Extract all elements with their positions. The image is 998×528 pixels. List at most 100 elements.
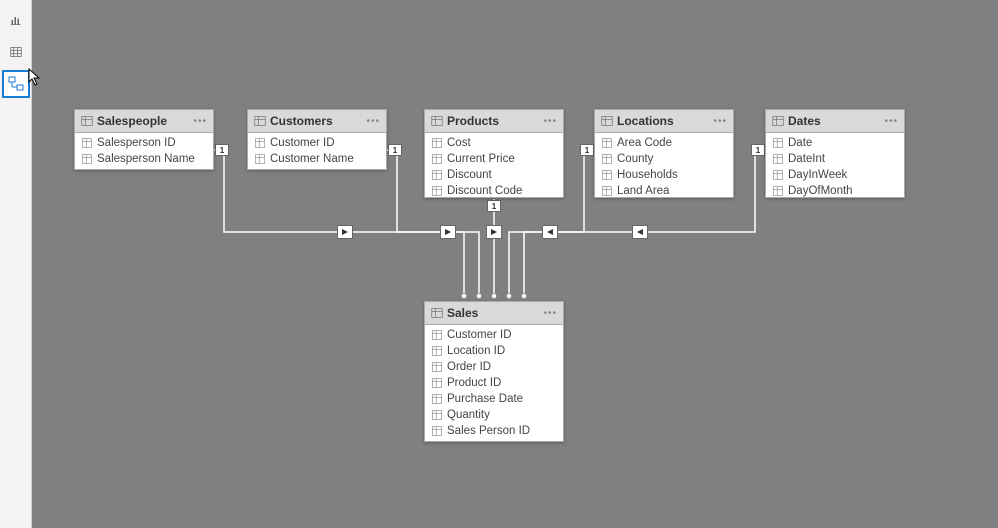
table-icon bbox=[431, 115, 443, 127]
field-row[interactable]: Product ID bbox=[425, 375, 563, 391]
table-menu-button[interactable]: ••• bbox=[366, 116, 380, 127]
arrow-left-icon bbox=[546, 228, 554, 236]
field-row[interactable]: Area Code bbox=[595, 135, 733, 151]
field-label: Cost bbox=[447, 137, 471, 149]
field-row[interactable]: DayOfMonth bbox=[766, 183, 904, 198]
model-canvas[interactable]: 1 1 1 1 1 Salespeople ••• Salesperson ID… bbox=[32, 0, 998, 528]
field-row[interactable]: Customer ID bbox=[248, 135, 386, 151]
field-label: Product ID bbox=[447, 377, 501, 389]
field-row[interactable]: Discount Code bbox=[425, 183, 563, 198]
field-label: County bbox=[617, 153, 653, 165]
field-row[interactable]: Salesperson ID bbox=[75, 135, 213, 151]
column-icon bbox=[601, 169, 613, 181]
table-dates[interactable]: Dates ••• Date DateInt DayInWeek DayOfMo… bbox=[765, 109, 905, 198]
field-row[interactable]: Sales Person ID bbox=[425, 423, 563, 439]
table-locations[interactable]: Locations ••• Area Code County Household… bbox=[594, 109, 734, 198]
field-row[interactable]: Order ID bbox=[425, 359, 563, 375]
nav-report-view[interactable] bbox=[2, 6, 30, 34]
column-icon bbox=[254, 153, 266, 165]
field-label: Order ID bbox=[447, 361, 491, 373]
table-header[interactable]: Products ••• bbox=[425, 110, 563, 133]
field-row[interactable]: Current Price bbox=[425, 151, 563, 167]
filter-arrow-locations bbox=[542, 225, 558, 239]
table-menu-button[interactable]: ••• bbox=[543, 308, 557, 319]
table-title: Salespeople bbox=[97, 114, 193, 128]
nav-model-view[interactable] bbox=[2, 70, 30, 98]
column-icon bbox=[601, 185, 613, 197]
field-row[interactable]: Land Area bbox=[595, 183, 733, 198]
field-label: Quantity bbox=[447, 409, 490, 421]
table-header[interactable]: Sales ••• bbox=[425, 302, 563, 325]
column-icon bbox=[431, 361, 443, 373]
field-label: Salesperson ID bbox=[97, 137, 176, 149]
field-list: Customer ID Customer Name bbox=[248, 133, 386, 169]
field-list: Salesperson ID Salesperson Name bbox=[75, 133, 213, 169]
table-header[interactable]: Salespeople ••• bbox=[75, 110, 213, 133]
table-menu-button[interactable]: ••• bbox=[543, 116, 557, 127]
field-row[interactable]: Customer ID bbox=[425, 327, 563, 343]
column-icon bbox=[431, 345, 443, 357]
field-label: Customer ID bbox=[447, 329, 512, 341]
column-icon bbox=[254, 137, 266, 149]
column-icon bbox=[772, 137, 784, 149]
table-title: Products bbox=[447, 114, 543, 128]
filter-arrow-salespeople bbox=[337, 225, 353, 239]
nav-data-view[interactable] bbox=[2, 38, 30, 66]
field-row[interactable]: Salesperson Name bbox=[75, 151, 213, 167]
table-menu-button[interactable]: ••• bbox=[193, 116, 207, 127]
field-row[interactable]: DateInt bbox=[766, 151, 904, 167]
field-row[interactable]: Quantity bbox=[425, 407, 563, 423]
table-header[interactable]: Customers ••• bbox=[248, 110, 386, 133]
cardinality-many-dates bbox=[521, 293, 527, 299]
column-icon bbox=[601, 137, 613, 149]
field-row[interactable]: DayInWeek bbox=[766, 167, 904, 183]
arrow-right-icon bbox=[444, 228, 452, 236]
arrow-left-icon bbox=[636, 228, 644, 236]
column-icon bbox=[431, 409, 443, 421]
column-icon bbox=[431, 377, 443, 389]
column-icon bbox=[772, 169, 784, 181]
column-icon bbox=[431, 169, 443, 181]
relationship-lines bbox=[32, 0, 998, 528]
column-icon bbox=[431, 393, 443, 405]
field-list: Area Code County Households Land Area bbox=[595, 133, 733, 198]
column-icon bbox=[431, 185, 443, 197]
model-icon bbox=[8, 76, 24, 92]
table-icon bbox=[772, 115, 784, 127]
arrow-right-icon bbox=[490, 228, 498, 236]
field-label: Sales Person ID bbox=[447, 425, 530, 437]
field-row[interactable]: Households bbox=[595, 167, 733, 183]
grid-icon bbox=[10, 46, 22, 58]
field-row[interactable]: Location ID bbox=[425, 343, 563, 359]
table-menu-button[interactable]: ••• bbox=[713, 116, 727, 127]
field-label: DateInt bbox=[788, 153, 825, 165]
table-customers[interactable]: Customers ••• Customer ID Customer Name bbox=[247, 109, 387, 170]
field-label: Land Area bbox=[617, 185, 669, 197]
field-label: Current Price bbox=[447, 153, 515, 165]
field-row[interactable]: County bbox=[595, 151, 733, 167]
filter-arrow-customers bbox=[440, 225, 456, 239]
column-icon bbox=[431, 329, 443, 341]
table-title: Locations bbox=[617, 114, 713, 128]
table-header[interactable]: Locations ••• bbox=[595, 110, 733, 133]
table-menu-button[interactable]: ••• bbox=[884, 116, 898, 127]
column-icon bbox=[431, 425, 443, 437]
column-icon bbox=[431, 137, 443, 149]
cardinality-one-dates: 1 bbox=[751, 144, 765, 156]
table-sales[interactable]: Sales ••• Customer ID Location ID Order … bbox=[424, 301, 564, 442]
field-row[interactable]: Purchase Date bbox=[425, 391, 563, 407]
column-icon bbox=[81, 153, 93, 165]
cardinality-one-products: 1 bbox=[487, 200, 501, 212]
column-icon bbox=[81, 137, 93, 149]
field-row[interactable]: Date bbox=[766, 135, 904, 151]
table-header[interactable]: Dates ••• bbox=[766, 110, 904, 133]
table-products[interactable]: Products ••• Cost Current Price Discount… bbox=[424, 109, 564, 198]
table-salespeople[interactable]: Salespeople ••• Salesperson ID Salespers… bbox=[74, 109, 214, 170]
field-row[interactable]: Customer Name bbox=[248, 151, 386, 167]
field-label: Area Code bbox=[617, 137, 672, 149]
field-list: Cost Current Price Discount Discount Cod… bbox=[425, 133, 563, 198]
field-row[interactable]: Cost bbox=[425, 135, 563, 151]
field-label: DayOfMonth bbox=[788, 185, 853, 197]
field-row[interactable]: Discount bbox=[425, 167, 563, 183]
cardinality-many-locations bbox=[506, 293, 512, 299]
